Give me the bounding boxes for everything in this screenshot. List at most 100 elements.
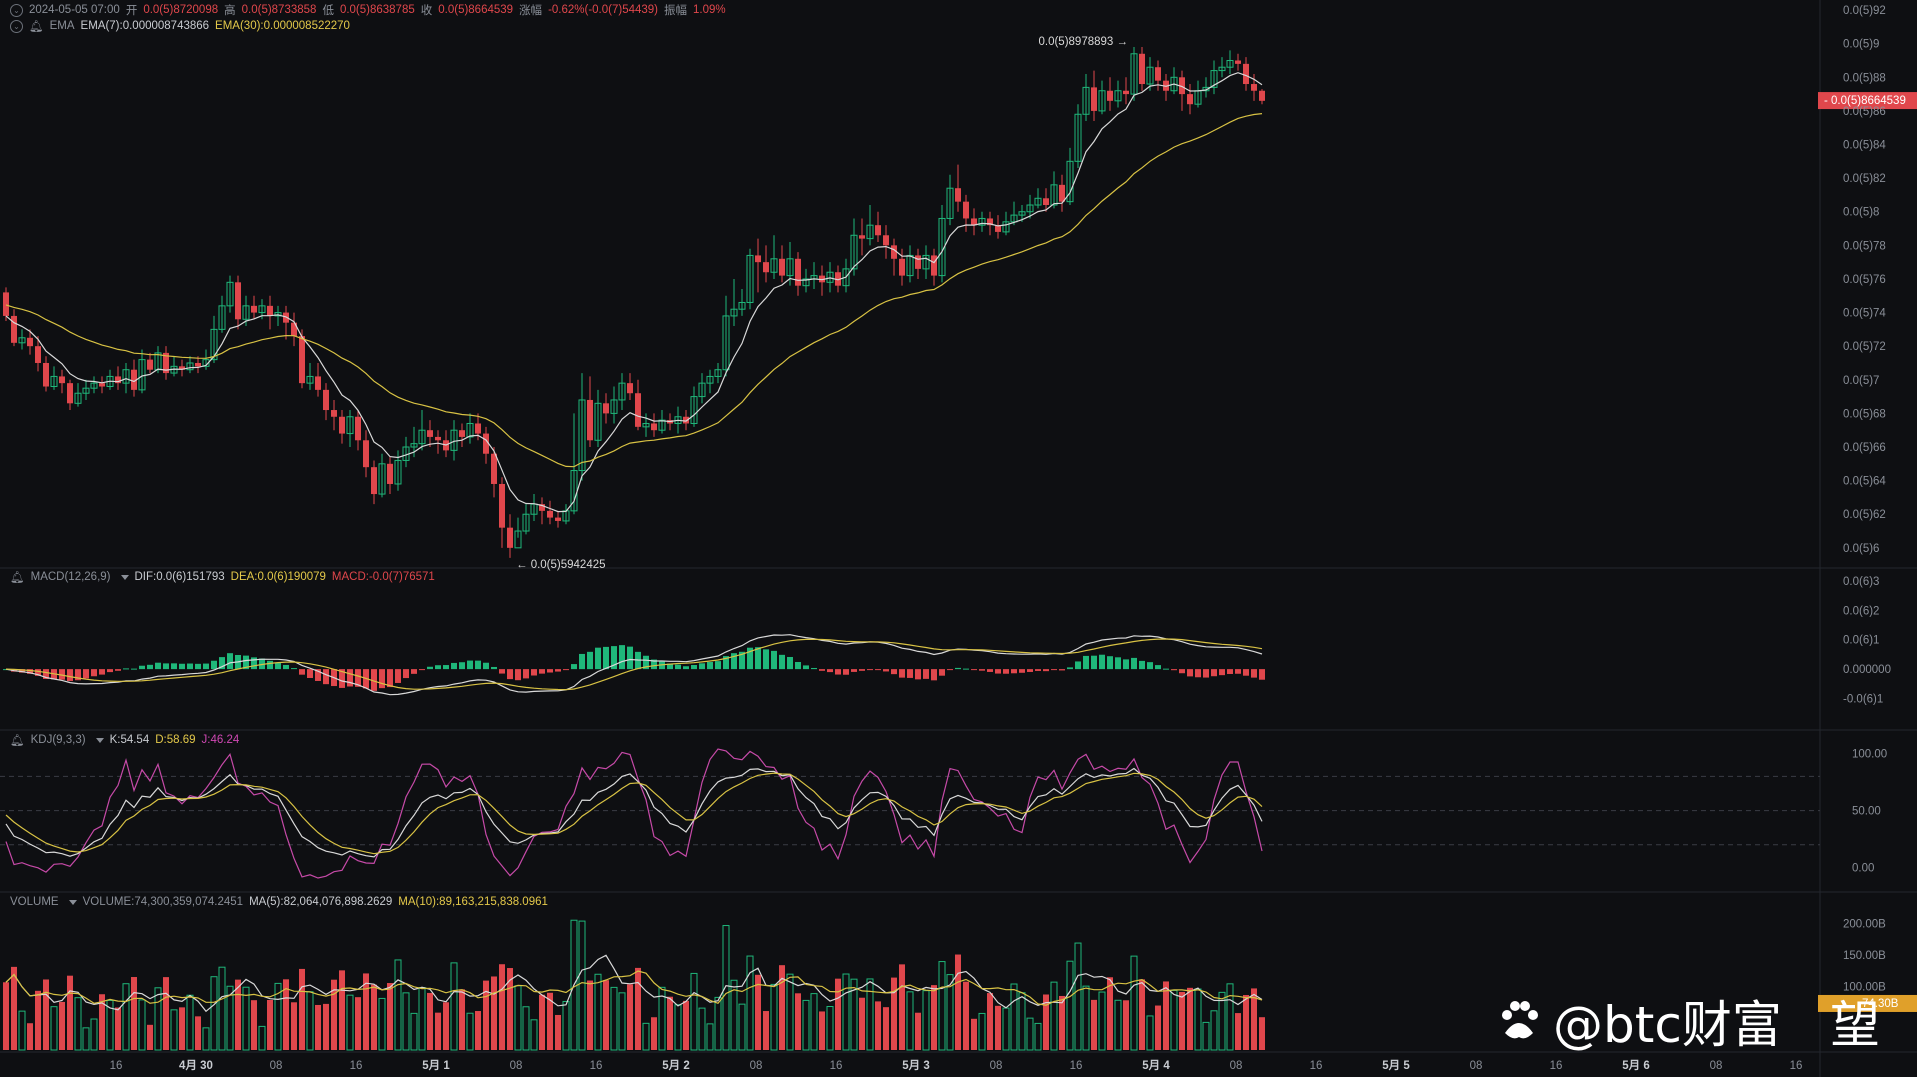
volume-title[interactable]: VOLUME: [10, 896, 59, 908]
macd-bar: [683, 666, 689, 670]
collapse-icon[interactable]: ⌄: [10, 3, 23, 17]
candle-body: [387, 463, 393, 484]
volume-bar: [651, 1017, 657, 1050]
time-tick-label: 5月 2: [662, 1059, 690, 1072]
macd-header: 🔔︎ MACD(12,26,9) DIF:0.0(6)151793 DEA:0.…: [10, 570, 435, 584]
macd-title[interactable]: MACD(12,26,9): [31, 571, 111, 583]
macd-bar: [1123, 659, 1129, 670]
kline-chart[interactable]: 0.0(5)8978893 →← 0.0(5)5942425- 0.0(5)86…: [0, 0, 1917, 1077]
macd-bar: [1003, 669, 1009, 674]
candle-body: [1043, 198, 1049, 206]
time-tick-label: 16: [590, 1060, 603, 1072]
open-value: 0.0(5)8720098: [143, 4, 219, 16]
candle-body: [1107, 90, 1113, 101]
candle-body: [147, 359, 153, 370]
macd-bar: [707, 662, 713, 670]
volume-bar: [763, 1011, 769, 1050]
candle-body: [99, 383, 105, 387]
candle-body: [875, 225, 881, 236]
macd-bar: [499, 669, 505, 674]
macd-value: MACD:-0.0(7)76571: [331, 571, 435, 583]
watermark: @btc财富: [1495, 985, 1782, 1057]
macd-bar: [99, 669, 105, 675]
candle-body: [1139, 53, 1145, 85]
candle-body: [299, 336, 305, 384]
macd-bar: [1075, 661, 1081, 670]
price-tick-label: 0.0(5)62: [1843, 509, 1886, 521]
macd-bar: [475, 660, 481, 670]
volume-bar: [995, 1005, 1001, 1050]
candle-body: [331, 410, 337, 417]
candle-body: [1187, 94, 1193, 105]
ema-name[interactable]: EMA: [50, 20, 75, 32]
candle-body: [371, 467, 377, 495]
time-tick-label: 08: [510, 1060, 523, 1072]
macd-bar: [755, 647, 761, 670]
macd-bar: [763, 649, 769, 670]
kdj-title[interactable]: KDJ(9,3,3): [31, 734, 86, 746]
candle-body: [507, 527, 513, 548]
macd-bar: [147, 664, 153, 670]
bell-icon[interactable]: 🔔︎: [10, 570, 25, 584]
watermark-text: @btc财富: [1553, 996, 1782, 1054]
macd-bar: [1163, 668, 1169, 670]
macd-bar: [971, 669, 977, 671]
price-tick-label: 0.0(5)78: [1843, 240, 1886, 252]
candle-body: [355, 416, 361, 441]
price-tick-label: 0.0(5)86: [1843, 106, 1886, 118]
macd-bar: [843, 669, 849, 675]
volume-bar: [755, 974, 761, 1050]
macd-bar: [307, 669, 313, 678]
volume-bar: [195, 1016, 201, 1050]
macd-bar: [1035, 669, 1041, 671]
time-tick-label: 5月 1: [422, 1059, 450, 1072]
candle-body: [1155, 67, 1161, 81]
volume-bar: [1235, 1013, 1241, 1050]
macd-bar: [1235, 669, 1241, 674]
price-tick-label: 0.0(5)68: [1843, 408, 1886, 420]
macd-bar: [995, 669, 1001, 674]
candle-body: [67, 383, 73, 404]
price-tick-label: 0.0(5)6: [1843, 543, 1879, 555]
high-value: 0.0(5)8733858: [241, 4, 317, 16]
time-tick-label: 08: [1230, 1060, 1243, 1072]
macd-bar: [939, 669, 945, 676]
kdj-tick-label: 50.00: [1852, 806, 1881, 818]
volume-bar: [115, 1007, 121, 1050]
close-label: 收: [420, 5, 433, 17]
volume-bar: [1243, 995, 1249, 1050]
macd-bar: [587, 651, 593, 670]
chevron-down-icon[interactable]: [95, 737, 104, 743]
candle-body: [635, 393, 641, 427]
volume-bar: [667, 996, 673, 1050]
macd-bar: [795, 661, 801, 670]
candle-body: [339, 416, 345, 434]
macd-bar: [1139, 660, 1145, 670]
volume-bar: [963, 981, 969, 1050]
chevron-down-icon[interactable]: [68, 899, 77, 905]
chevron-down-icon[interactable]: [120, 574, 129, 580]
macd-bar: [819, 669, 825, 671]
candle-body: [795, 258, 801, 286]
collapse-icon[interactable]: ⌄: [10, 19, 23, 33]
candle-body: [43, 362, 49, 387]
macd-bar: [179, 663, 185, 670]
price-tick-label: 0.0(5)84: [1843, 140, 1886, 152]
volume-bar: [1059, 995, 1065, 1050]
volume-bar: [635, 967, 641, 1050]
macd-bar: [627, 646, 633, 670]
volume-bar: [859, 997, 865, 1050]
volume-bar: [683, 1000, 689, 1050]
bell-icon[interactable]: 🔔︎: [29, 19, 44, 33]
macd-bar: [123, 668, 129, 670]
volume-bar: [315, 1004, 321, 1050]
candle-body: [499, 483, 505, 528]
ema7-value: EMA(7):0.000008743866: [80, 20, 210, 32]
bell-icon[interactable]: 🔔︎: [10, 733, 25, 747]
volume-bar: [435, 1012, 441, 1050]
volume-bar: [1259, 1017, 1265, 1050]
volume-bar: [339, 970, 345, 1050]
volume-bar: [539, 994, 545, 1050]
price-tick-label: 0.0(5)74: [1843, 308, 1886, 320]
volume-bar: [323, 1003, 329, 1050]
